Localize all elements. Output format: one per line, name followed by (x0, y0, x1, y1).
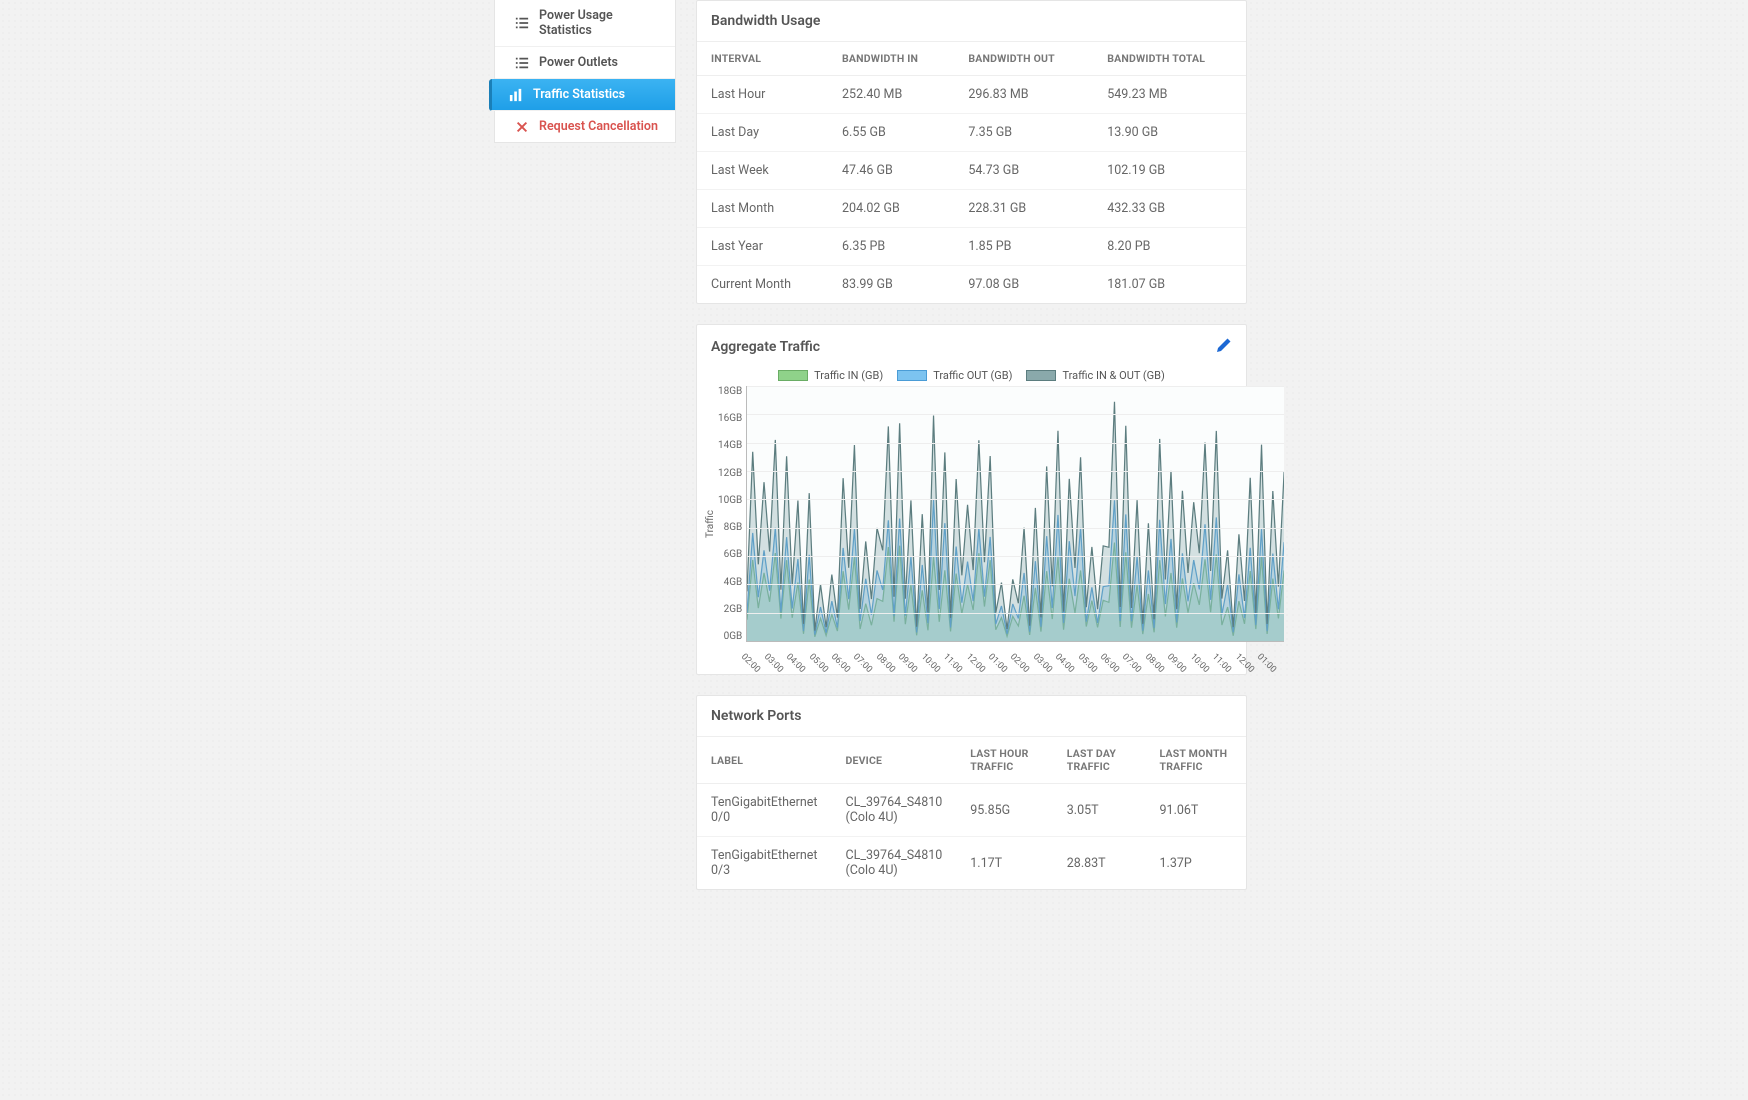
list-icon (515, 16, 529, 30)
cell: 296.83 MB (954, 76, 1093, 114)
list-icon (515, 56, 529, 70)
table-row: Last Week47.46 GB54.73 GB102.19 GB (697, 152, 1246, 190)
cell: Last Month (697, 190, 828, 228)
sidebar-item-power-usage[interactable]: Power Usage Statistics (495, 0, 675, 47)
sidebar-item-traffic-statistics[interactable]: Traffic Statistics (489, 79, 675, 111)
col-header: DEVICE (831, 737, 956, 784)
cell: 91.06T (1146, 784, 1246, 837)
chart-ylabel: Traffic (703, 386, 718, 662)
cell: 228.31 GB (954, 190, 1093, 228)
legend-swatch-total (1026, 370, 1056, 381)
table-row: Last Day6.55 GB7.35 GB13.90 GB (697, 114, 1246, 152)
edit-chart-button[interactable] (1216, 337, 1232, 357)
cell: 95.85G (956, 784, 1052, 837)
sidebar-item-label: Traffic Statistics (533, 87, 625, 102)
cell: CL_39764_S4810 (Colo 4U) (831, 784, 956, 837)
cell: 6.35 PB (828, 228, 954, 266)
table-row: Last Hour252.40 MB296.83 MB549.23 MB (697, 76, 1246, 114)
col-header: LAST HOUR TRAFFIC (956, 737, 1052, 784)
sidebar: Power Usage Statistics Power Outlets Tra… (494, 0, 676, 143)
table-row: TenGigabitEthernet 0/3CL_39764_S4810 (Co… (697, 837, 1246, 890)
chart-xaxis: 02:0003:0004:0005:0006:0007:0008:0009:00… (746, 644, 1284, 662)
table-row: TenGigabitEthernet 0/0CL_39764_S4810 (Co… (697, 784, 1246, 837)
cell: 13.90 GB (1093, 114, 1246, 152)
col-header: BANDWIDTH TOTAL (1093, 42, 1246, 76)
sidebar-item-label: Request Cancellation (539, 119, 658, 134)
cell: 54.73 GB (954, 152, 1093, 190)
sidebar-item-label: Power Usage Statistics (539, 8, 665, 38)
cell: CL_39764_S4810 (Colo 4U) (831, 837, 956, 890)
bandwidth-table: INTERVAL BANDWIDTH IN BANDWIDTH OUT BAND… (697, 41, 1246, 303)
cell: TenGigabitEthernet 0/3 (697, 837, 831, 890)
col-header: LAST MONTH TRAFFIC (1146, 737, 1246, 784)
cell: 204.02 GB (828, 190, 954, 228)
legend-swatch-in (778, 370, 808, 381)
cell: 252.40 MB (828, 76, 954, 114)
chart-yaxis: 18GB16GB14GB12GB10GB8GB6GB4GB2GB0GB (718, 386, 746, 642)
cell: Last Hour (697, 76, 828, 114)
chart-legend: Traffic IN (GB) Traffic OUT (GB) Traffic… (703, 369, 1240, 382)
cell: 6.55 GB (828, 114, 954, 152)
aggregate-traffic-panel: Aggregate Traffic Traffic IN (GB) Traffi… (696, 324, 1247, 675)
cell: 28.83T (1053, 837, 1146, 890)
cell: 83.99 GB (828, 266, 954, 304)
table-row: Last Month204.02 GB228.31 GB432.33 GB (697, 190, 1246, 228)
col-header: BANDWIDTH OUT (954, 42, 1093, 76)
col-header: BANDWIDTH IN (828, 42, 954, 76)
col-header: INTERVAL (697, 42, 828, 76)
cell: 7.35 GB (954, 114, 1093, 152)
cell: TenGigabitEthernet 0/0 (697, 784, 831, 837)
cell: 1.85 PB (954, 228, 1093, 266)
cell: Last Week (697, 152, 828, 190)
network-ports-panel: Network Ports LABEL DEVICE LAST HOUR TRA… (696, 695, 1247, 890)
sidebar-item-power-outlets[interactable]: Power Outlets (495, 47, 675, 79)
cell: 1.17T (956, 837, 1052, 890)
cell: 47.46 GB (828, 152, 954, 190)
cell: 8.20 PB (1093, 228, 1246, 266)
cell: 1.37P (1146, 837, 1246, 890)
sidebar-item-label: Power Outlets (539, 55, 618, 70)
cell: Last Year (697, 228, 828, 266)
chart-area: Traffic 18GB16GB14GB12GB10GB8GB6GB4GB2GB… (703, 386, 1240, 662)
col-header: LABEL (697, 737, 831, 784)
cell: 432.33 GB (1093, 190, 1246, 228)
sidebar-item-request-cancellation[interactable]: Request Cancellation (495, 111, 675, 142)
cell: Current Month (697, 266, 828, 304)
cell: 97.08 GB (954, 266, 1093, 304)
cell: Last Day (697, 114, 828, 152)
bandwidth-usage-panel: Bandwidth Usage INTERVAL BANDWIDTH IN BA… (696, 0, 1247, 304)
table-row: Current Month83.99 GB97.08 GB181.07 GB (697, 266, 1246, 304)
bar-chart-icon (509, 88, 523, 102)
cell: 3.05T (1053, 784, 1146, 837)
legend-swatch-out (897, 370, 927, 381)
panel-title: Bandwidth Usage (697, 1, 1246, 41)
panel-title: Aggregate Traffic (711, 339, 820, 355)
table-row: Last Year6.35 PB1.85 PB8.20 PB (697, 228, 1246, 266)
ports-table: LABEL DEVICE LAST HOUR TRAFFIC LAST DAY … (697, 736, 1246, 889)
chart-plot (746, 386, 1284, 642)
panel-title: Network Ports (697, 696, 1246, 736)
cell: 549.23 MB (1093, 76, 1246, 114)
cell: 102.19 GB (1093, 152, 1246, 190)
col-header: LAST DAY TRAFFIC (1053, 737, 1146, 784)
cell: 181.07 GB (1093, 266, 1246, 304)
close-icon (515, 120, 529, 134)
